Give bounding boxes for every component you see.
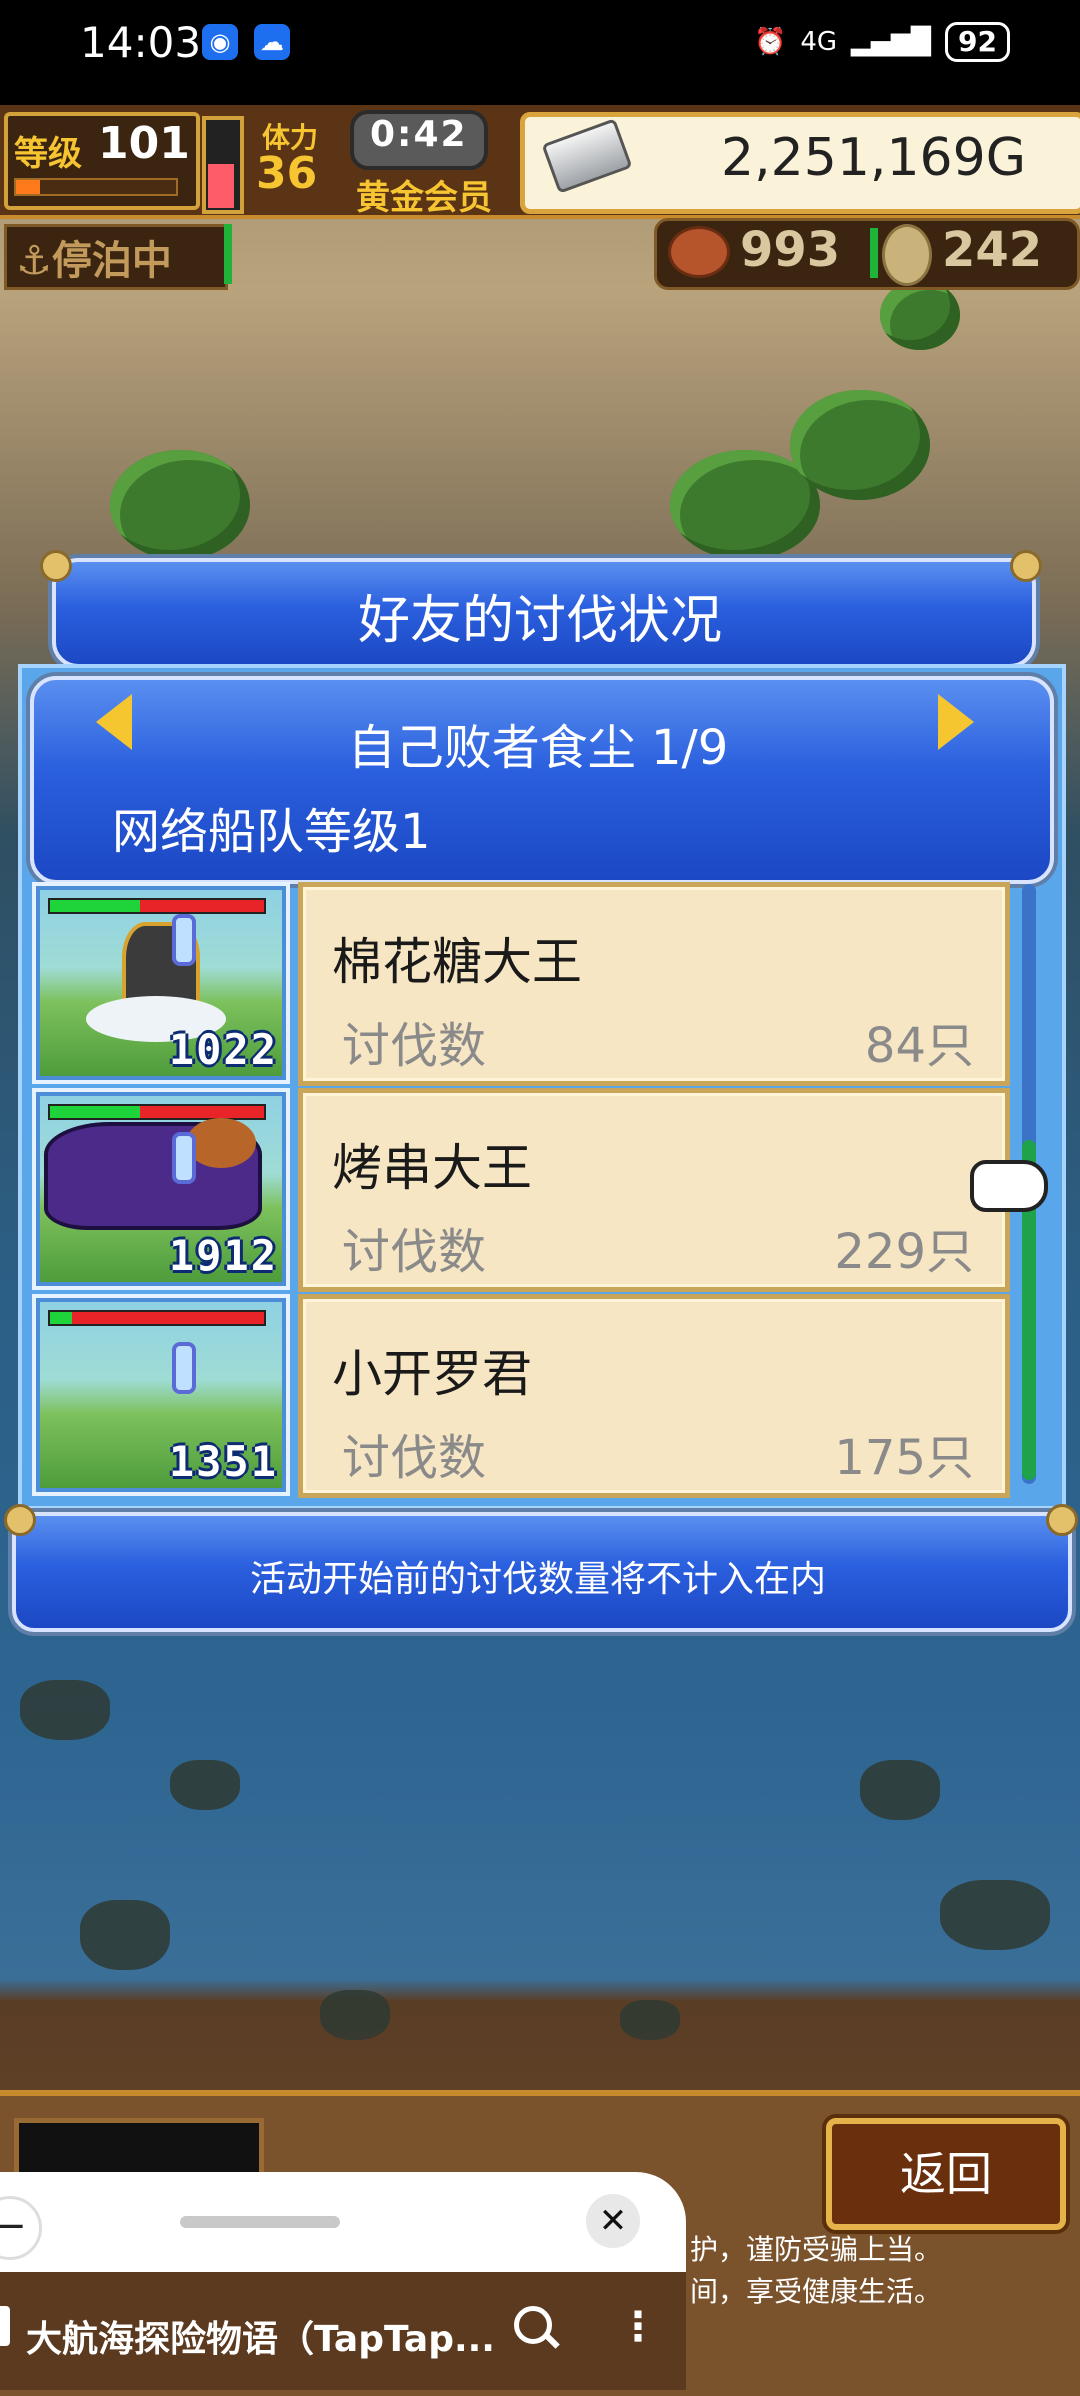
corner-ornament	[4, 1504, 36, 1536]
stamina-value: 36	[256, 148, 318, 199]
alarm-icon: ⏰	[753, 27, 787, 57]
meat-icon	[668, 226, 730, 278]
level-value: 101	[98, 118, 190, 169]
fleet-level: 网络船队等级1	[112, 804, 431, 860]
member-label: 黄金会员	[356, 178, 492, 218]
kill-count-value: 175只	[834, 1430, 974, 1486]
bush	[110, 450, 250, 560]
notice-text: 活动开始前的讨伐数量将不计入在内	[249, 1559, 826, 1600]
resource-divider	[870, 228, 878, 278]
level-progress-fill	[16, 180, 40, 194]
anchor-status-label: ⚓停泊中	[16, 228, 172, 286]
monster-power: 1022	[168, 1025, 278, 1074]
kill-count-label: 讨伐数	[342, 1224, 487, 1280]
monster-thumbnail[interactable]: 1351	[32, 1294, 290, 1496]
timer-value: 0:42	[370, 114, 468, 155]
alert-icon	[172, 1132, 196, 1184]
floating-title: 大航海探险物语（TapTap...	[26, 2319, 495, 2360]
kill-count-value: 229只	[834, 1224, 974, 1280]
bush	[790, 390, 930, 500]
monster-thumbnail[interactable]: 1022	[32, 882, 290, 1084]
health-warning: 间，享受健康生活。	[690, 2275, 943, 2308]
monster-thumbnail[interactable]: 1912	[32, 1088, 290, 1290]
monster-power: 1351	[168, 1437, 278, 1486]
status-time: 14:03	[80, 18, 202, 67]
pointing-hand-icon	[970, 1160, 1048, 1212]
kill-count-value: 84只	[864, 1018, 974, 1074]
sea-rock	[860, 1760, 940, 1820]
friend-name: 棉花糖大王	[332, 933, 582, 991]
page-title: 自己败者食尘 1/9	[347, 720, 729, 776]
kill-count-label: 讨伐数	[342, 1430, 487, 1486]
kill-count-label: 讨伐数	[342, 1018, 487, 1074]
back-button[interactable]: 返回	[826, 2118, 1066, 2230]
sea-rock	[620, 2000, 680, 2040]
dialog-title: 好友的讨伐状况	[357, 591, 722, 651]
hp-bar	[48, 1310, 266, 1326]
friend-name: 小开罗君	[332, 1345, 532, 1403]
cloud-app-icon: ☁	[254, 24, 290, 60]
drag-handle[interactable]	[180, 2216, 340, 2228]
alert-icon	[172, 1342, 196, 1394]
sea-rock	[940, 1880, 1050, 1950]
sea-rock	[80, 1900, 170, 1970]
sea-rock	[320, 1990, 390, 2040]
app-icon	[0, 2306, 10, 2346]
stamina-fill	[208, 164, 234, 208]
corner-ornament	[1046, 1504, 1078, 1536]
coin-icon	[882, 224, 932, 286]
anti-fraud-warning: 护，谨防受骗上当。	[690, 2233, 943, 2266]
status-right: ⏰ 4G ▂▄▆█ 92	[754, 20, 1010, 64]
hp-fill	[50, 900, 140, 912]
monster-power: 1912	[168, 1231, 278, 1280]
alert-icon	[172, 914, 196, 966]
anchor-accent	[224, 224, 232, 284]
meat-prop	[186, 1118, 256, 1168]
close-button[interactable]: ✕	[586, 2194, 640, 2248]
signal-icon: ▂▄▆█	[851, 27, 932, 57]
food-value: 993	[740, 222, 841, 278]
sea-rock	[20, 1680, 110, 1740]
hp-fill	[50, 1106, 140, 1118]
bulb-app-icon: ◉	[202, 24, 238, 60]
money-value: 2,251,169G	[721, 128, 1026, 188]
friend-name: 烤串大王	[332, 1139, 532, 1197]
level-label: 等级	[14, 134, 82, 174]
network-label: 4G	[800, 27, 838, 57]
coin-value: 242	[942, 222, 1043, 278]
anchor-status-text: 停泊中	[51, 238, 172, 284]
sea-rock	[170, 1760, 240, 1810]
more-icon[interactable]: ⋮	[618, 2304, 658, 2350]
hp-fill	[50, 1312, 72, 1324]
battery-icon: 92	[945, 22, 1010, 62]
bush	[880, 280, 960, 350]
anchor-icon: ⚓	[16, 238, 52, 284]
